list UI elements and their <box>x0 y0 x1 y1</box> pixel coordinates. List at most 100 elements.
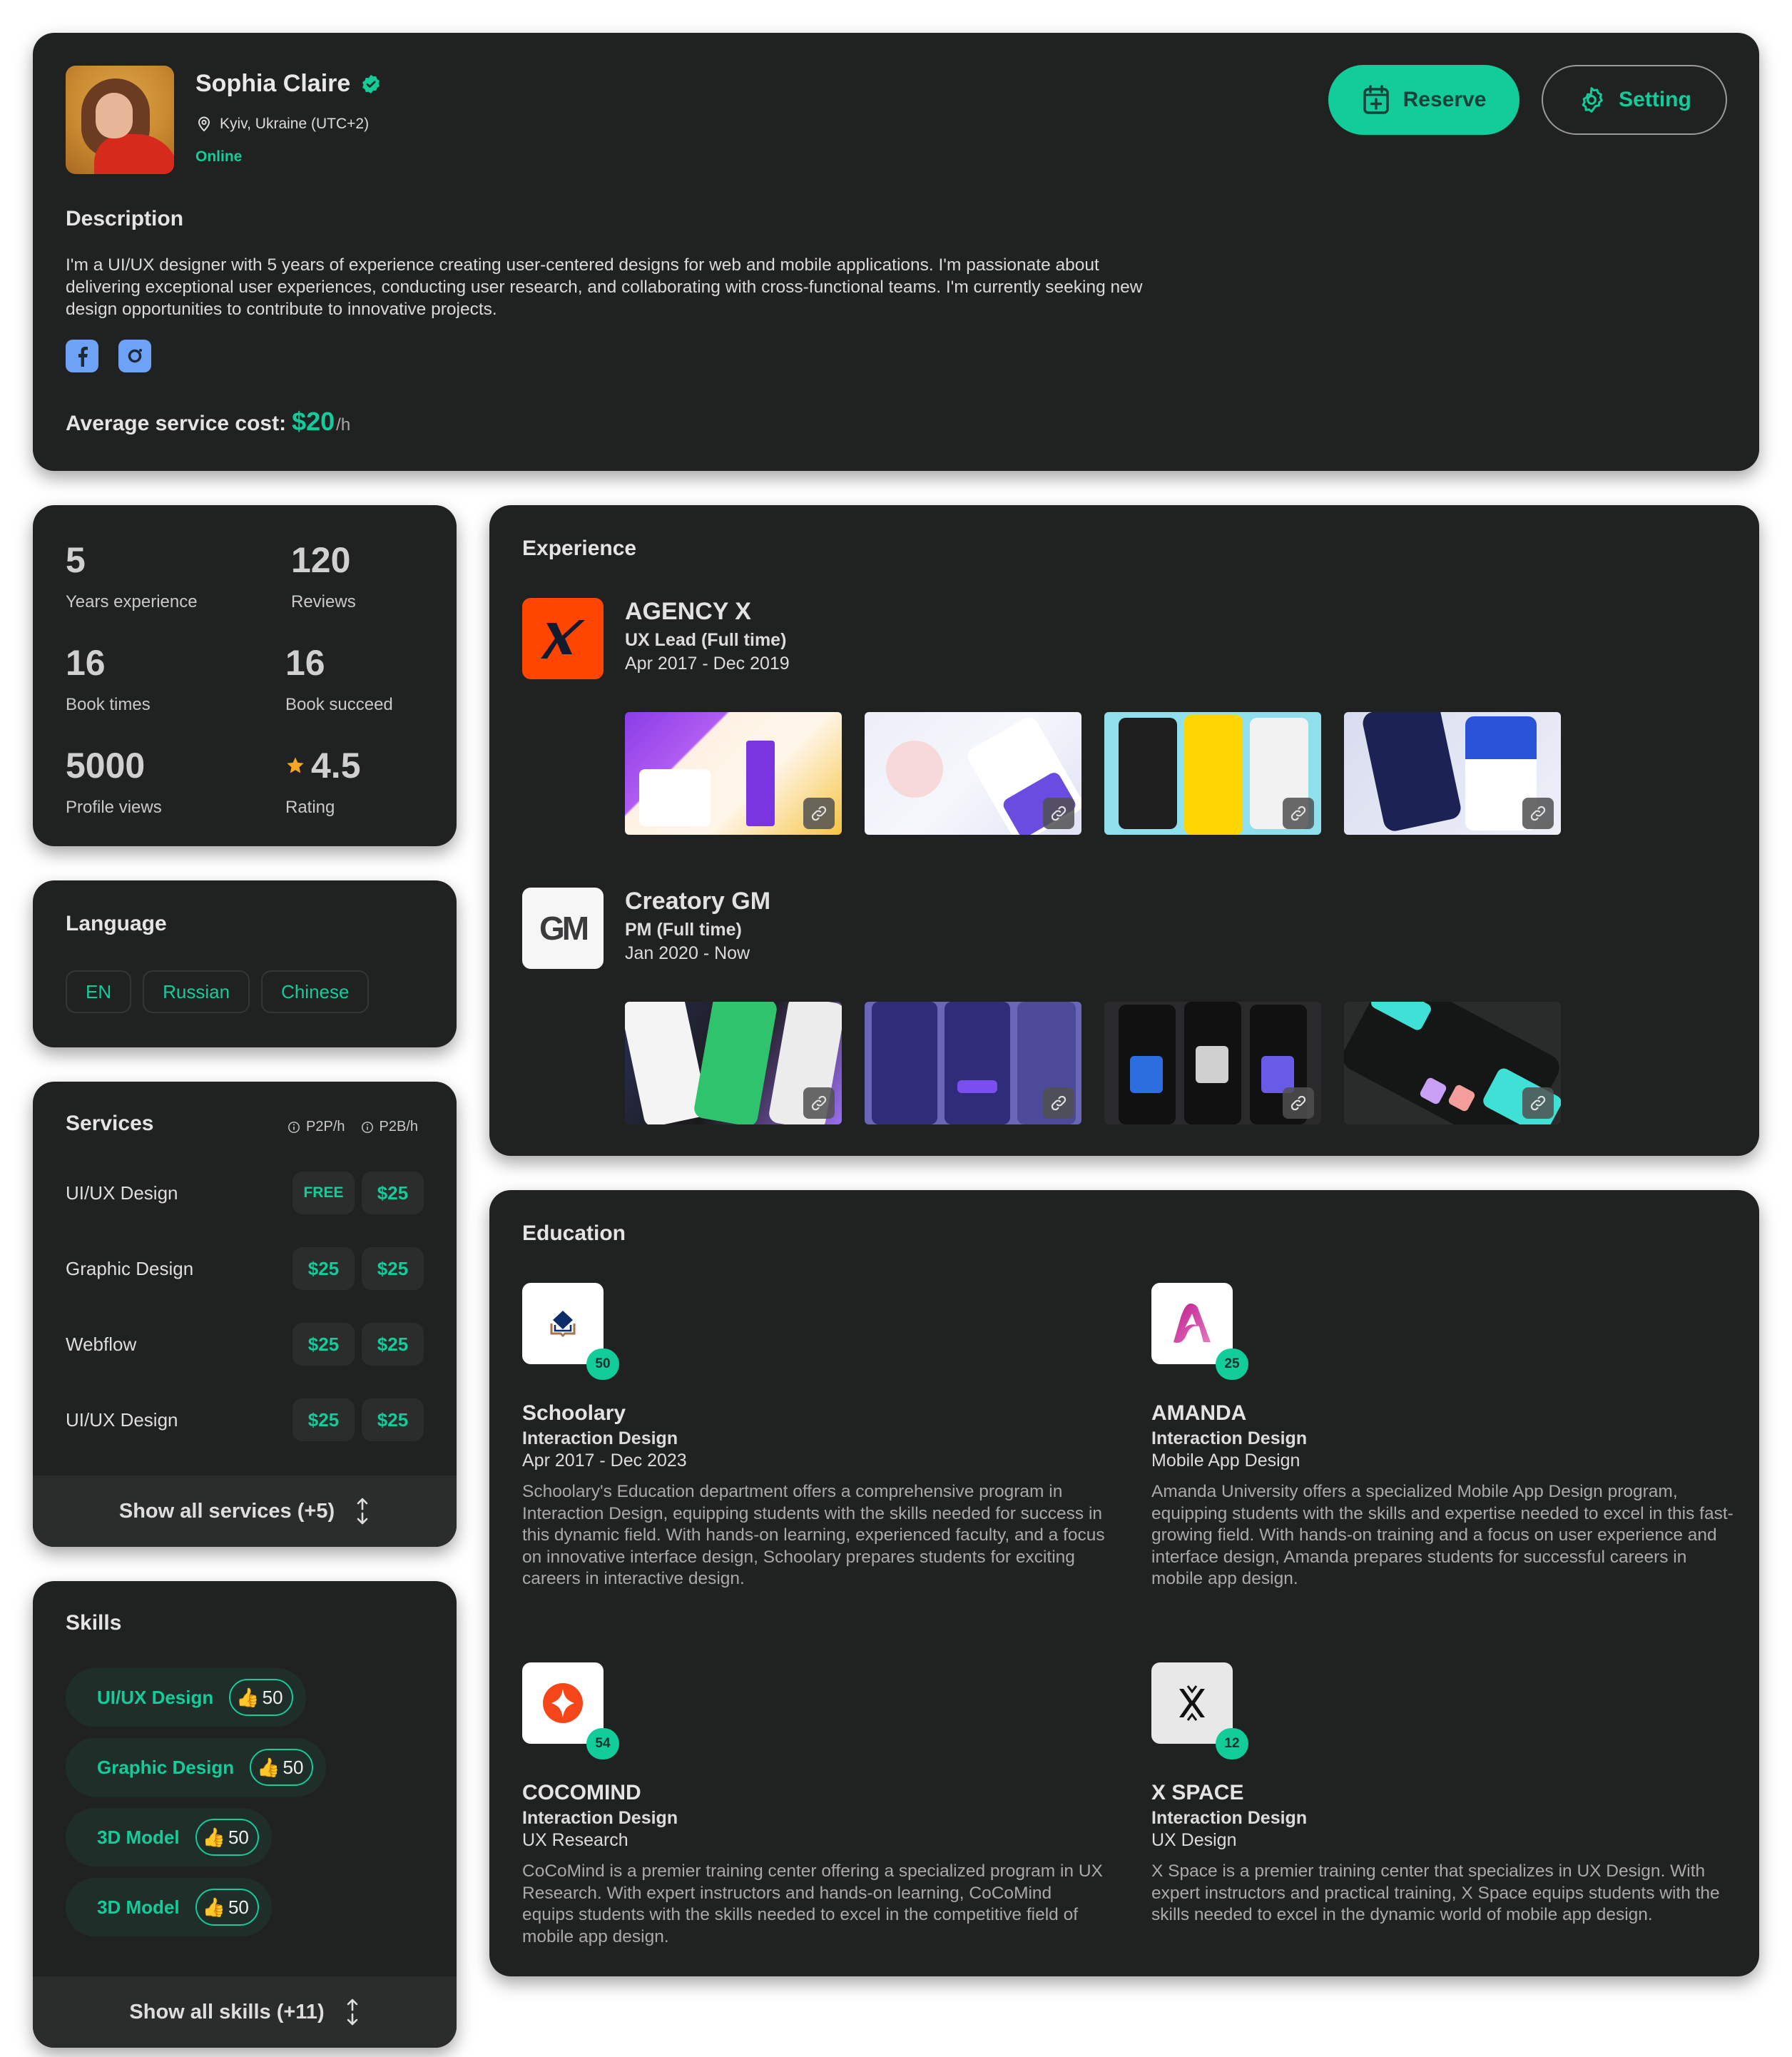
school-name: X SPACE <box>1151 1781 1244 1804</box>
skill-votes[interactable]: 👍 50 <box>250 1749 314 1786</box>
service-name: UI/UX Design <box>66 1182 178 1204</box>
portfolio-thumbnail[interactable] <box>1104 1002 1321 1124</box>
skill-votes[interactable]: 👍 50 <box>195 1819 259 1856</box>
agency-x-icon <box>541 620 585 659</box>
amanda-a-icon <box>1174 1304 1211 1344</box>
profile-name: Sophia Claire <box>195 70 351 97</box>
x-space-logo: 12 <box>1151 1662 1248 1759</box>
reserve-button[interactable]: Reserve <box>1328 65 1519 135</box>
cost-unit: /h <box>336 415 351 435</box>
stat-years: 5 Years experience <box>66 540 198 611</box>
skill-chip[interactable]: UI/UX Design 👍 50 <box>66 1668 306 1727</box>
education-item: 54 COCOMIND Interaction Design UX Resear… <box>522 1662 1107 1948</box>
portfolio-thumbnail[interactable] <box>1344 1002 1561 1124</box>
services-title: Services <box>66 1112 154 1135</box>
p2b-price[interactable]: $25 <box>362 1398 424 1441</box>
link-icon[interactable] <box>1283 798 1314 829</box>
x-space-icon <box>1179 1685 1205 1721</box>
portfolio-thumbnail[interactable] <box>625 712 842 835</box>
language-card: Language EN Russian Chinese <box>33 880 457 1047</box>
p2b-price[interactable]: $25 <box>362 1323 424 1366</box>
expand-arrows-icon <box>347 1998 357 2026</box>
education-item: 25 AMANDA Interaction Design Mobile App … <box>1151 1283 1736 1590</box>
school-name: COCOMIND <box>522 1781 641 1804</box>
link-icon[interactable] <box>1043 1087 1074 1119</box>
edu-badge: 12 <box>1216 1728 1248 1759</box>
job-dates: Jan 2020 - Now <box>625 943 750 963</box>
stats-card: 5 Years experience 120 Reviews 16 Book t… <box>33 505 457 846</box>
instagram-link[interactable] <box>118 340 151 372</box>
p2b-price[interactable]: $25 <box>362 1172 424 1214</box>
skill-chip[interactable]: Graphic Design 👍 50 <box>66 1738 327 1797</box>
link-icon[interactable] <box>803 798 835 829</box>
company-name: AGENCY X <box>625 598 751 625</box>
gm-logo-text: GM <box>539 910 589 947</box>
show-all-skills-button[interactable]: Show all skills (+11) <box>33 1976 457 2048</box>
program-detail: Apr 2017 - Dec 2023 <box>522 1451 687 1471</box>
link-icon[interactable] <box>1522 1087 1554 1119</box>
school-description: CoCoMind is a premier training center of… <box>522 1862 1103 1946</box>
p2p-price[interactable]: FREE <box>292 1172 355 1214</box>
thumbs-up-icon: 👍 <box>202 1896 225 1918</box>
portfolio-thumbnail[interactable] <box>1104 712 1321 835</box>
schoolary-logo: 50 <box>522 1283 619 1380</box>
skill-name: Graphic Design <box>97 1756 235 1778</box>
portfolio-thumbnail[interactable] <box>865 712 1081 835</box>
program-name: Interaction Design <box>1151 1808 1308 1828</box>
school-description: X Space is a premier training center tha… <box>1151 1862 1720 1924</box>
language-title: Language <box>66 912 167 935</box>
skill-chip[interactable]: 3D Model 👍 50 <box>66 1878 272 1936</box>
link-icon[interactable] <box>1522 798 1554 829</box>
creatory-gm-logo: GM <box>522 888 604 969</box>
language-chip[interactable]: EN <box>66 970 132 1013</box>
school-description: Amanda University offers a specialized M… <box>1151 1482 1734 1588</box>
facebook-link[interactable] <box>66 340 98 372</box>
program-detail: UX Research <box>522 1830 628 1850</box>
facebook-icon <box>78 347 88 367</box>
location-text: Kyiv, Ukraine (UTC+2) <box>220 116 370 132</box>
skill-chip[interactable]: 3D Model 👍 50 <box>66 1808 272 1866</box>
p2p-price[interactable]: $25 <box>292 1247 355 1290</box>
avatar <box>66 66 174 174</box>
show-all-services-button[interactable]: Show all services (+5) <box>33 1476 457 1547</box>
info-icon[interactable] <box>361 1121 374 1134</box>
thumbs-up-icon: 👍 <box>202 1827 225 1848</box>
portfolio-thumbnail[interactable] <box>1344 712 1561 835</box>
setting-button[interactable]: Setting <box>1542 65 1727 135</box>
description-title: Description <box>66 207 184 230</box>
thumbs-up-icon: 👍 <box>236 1687 260 1708</box>
p2p-price[interactable]: $25 <box>292 1323 355 1366</box>
link-icon[interactable] <box>1283 1087 1314 1119</box>
portfolio-thumbnail[interactable] <box>625 1002 842 1124</box>
service-name: Graphic Design <box>66 1257 194 1279</box>
graduation-book-icon <box>550 1311 576 1338</box>
link-icon[interactable] <box>803 1087 835 1119</box>
job-role: PM (Full time) <box>625 920 742 940</box>
program-name: Interaction Design <box>522 1808 678 1828</box>
school-description: Schoolary's Education department offers … <box>522 1482 1105 1588</box>
language-chip[interactable]: Russian <box>143 970 250 1013</box>
location-pin-icon <box>198 116 210 132</box>
show-all-services-label: Show all services (+5) <box>118 1499 335 1523</box>
description-text: I'm a UI/UX designer with 5 years of exp… <box>66 255 1143 319</box>
info-icon[interactable] <box>287 1121 300 1134</box>
skill-name: 3D Model <box>97 1896 180 1918</box>
profile-card: Sophia Claire Kyiv, Ukraine (UTC+2) Onli… <box>33 33 1759 471</box>
stat-reviews: 120 Reviews <box>291 540 356 611</box>
experience-title: Experience <box>522 537 637 560</box>
p2b-price[interactable]: $25 <box>362 1247 424 1290</box>
show-all-skills-label: Show all skills (+11) <box>129 2000 325 2023</box>
skill-votes[interactable]: 👍 50 <box>195 1889 259 1926</box>
portfolio-thumbnail[interactable] <box>865 1002 1081 1124</box>
language-chip[interactable]: Chinese <box>261 970 370 1013</box>
amanda-logo: 25 <box>1151 1283 1248 1380</box>
service-row: Webflow $25 $25 <box>66 1323 424 1366</box>
skill-votes[interactable]: 👍 50 <box>229 1679 293 1716</box>
verified-badge-icon <box>362 74 380 93</box>
portfolio-gallery <box>625 1002 1561 1124</box>
link-icon[interactable] <box>1043 798 1074 829</box>
stat-book-succeed: 16 Book succeed <box>285 643 393 714</box>
p2p-price[interactable]: $25 <box>292 1398 355 1441</box>
skills-card: Skills UI/UX Design 👍 50 Graphic Design 👍… <box>33 1581 457 2048</box>
edu-badge: 50 <box>586 1349 619 1380</box>
